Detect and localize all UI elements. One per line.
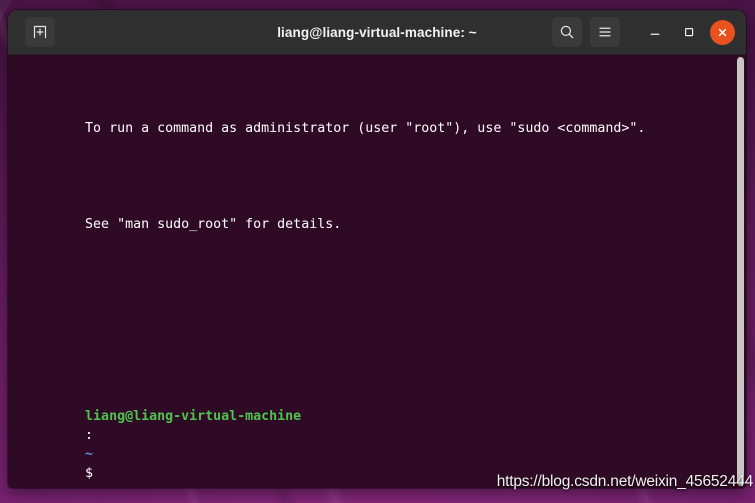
close-button[interactable] bbox=[710, 19, 735, 45]
prompt-symbol: $ bbox=[85, 466, 102, 482]
minimize-button[interactable] bbox=[642, 19, 668, 45]
maximize-button[interactable] bbox=[676, 19, 702, 45]
maximize-icon bbox=[684, 27, 694, 37]
hamburger-menu-icon bbox=[599, 27, 611, 37]
prompt-path: ~ bbox=[85, 447, 94, 463]
terminal-body[interactable]: To run a command as administrator (user … bbox=[8, 55, 746, 488]
close-icon bbox=[718, 28, 727, 36]
terminal-output: To run a command as administrator (user … bbox=[21, 61, 724, 488]
scrollbar-thumb[interactable] bbox=[737, 57, 744, 486]
menu-button[interactable] bbox=[590, 17, 620, 47]
terminal-prompt-line: liang@liang-virtual-machine : ~ $ bbox=[21, 387, 724, 488]
prompt-user-host: liang@liang-virtual-machine bbox=[85, 408, 302, 424]
search-button[interactable] bbox=[552, 17, 582, 47]
terminal-text: To run a command as administrator (user … bbox=[85, 120, 646, 136]
terminal-window[interactable]: liang@liang-virtual-machine: ~ To run a … bbox=[8, 10, 746, 488]
terminal-scrollbar[interactable] bbox=[731, 55, 746, 488]
prompt-separator: : bbox=[85, 427, 94, 443]
window-controls bbox=[552, 17, 746, 47]
terminal-line: To run a command as administrator (user … bbox=[21, 99, 724, 157]
window-titlebar[interactable]: liang@liang-virtual-machine: ~ bbox=[8, 10, 746, 55]
new-tab-icon bbox=[33, 25, 47, 39]
new-tab-button[interactable] bbox=[25, 17, 55, 47]
terminal-text: See "man sudo_root" for details. bbox=[85, 216, 342, 232]
minimize-icon bbox=[650, 33, 660, 35]
terminal-line: See "man sudo_root" for details. bbox=[21, 195, 724, 253]
search-icon bbox=[560, 25, 574, 39]
